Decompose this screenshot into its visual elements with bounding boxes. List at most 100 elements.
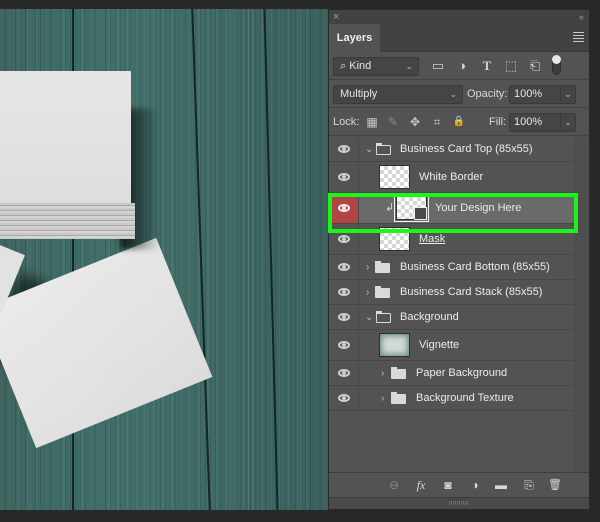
fill-dropdown-button[interactable]: ⌄ — [561, 113, 576, 132]
chevron-down-icon[interactable]: ⌄ — [365, 137, 373, 162]
layer-name: Paper Background — [416, 367, 508, 379]
lock-transparency-icon[interactable]: ▦ — [364, 113, 380, 131]
lock-label: Lock: — [333, 116, 360, 128]
layer-row[interactable]: Vignette — [329, 330, 574, 361]
visibility-toggle[interactable] — [329, 193, 359, 223]
shape-filter-icon[interactable]: ⬚ — [502, 57, 520, 75]
eye-icon — [337, 288, 350, 296]
link-layers-icon[interactable]: ⊖ — [386, 477, 402, 493]
layer-row[interactable]: Mask — [329, 224, 574, 255]
visibility-toggle[interactable] — [329, 162, 359, 192]
layers-bottom-toolbar: ⊖ fx ◙ ◑ ▬ ⎘ 🗑 — [329, 472, 589, 497]
eye-icon — [337, 173, 350, 181]
layers-panel: × ‹‹ Layers ⌕ Kind ⌄ ▭ ◑ T ⬚ ⎗ Multiply … — [328, 9, 590, 510]
layer-row[interactable]: › Business Card Bottom (85x55) — [329, 255, 574, 280]
chevron-right-icon[interactable]: › — [366, 280, 369, 305]
loose-business-card — [0, 237, 213, 449]
collapse-icon[interactable]: ‹‹ — [579, 10, 584, 24]
panel-title-bar: × ‹‹ — [329, 10, 589, 24]
layer-row-selected[interactable]: ↲ Your Design Here — [329, 193, 574, 224]
panel-resize-grip[interactable] — [329, 497, 589, 509]
close-icon[interactable]: × — [333, 10, 339, 24]
eye-icon — [337, 235, 350, 243]
new-group-icon[interactable]: ▬ — [493, 477, 509, 493]
lock-all-icon[interactable]: 🔒 — [451, 113, 467, 131]
clipping-mask-icon: ↲ — [385, 202, 395, 214]
layers-scrollbar[interactable] — [573, 137, 589, 477]
eye-icon — [337, 394, 350, 402]
layer-row[interactable]: ⌄ Background — [329, 305, 574, 330]
fx-icon[interactable]: fx — [413, 477, 429, 493]
adjustment-filter-icon[interactable]: ◑ — [453, 57, 471, 75]
layer-name: Vignette — [419, 339, 460, 351]
visibility-toggle[interactable] — [329, 330, 359, 360]
type-filter-icon[interactable]: T — [478, 57, 496, 75]
tab-layers[interactable]: Layers — [329, 24, 380, 53]
visibility-toggle[interactable] — [329, 224, 359, 254]
wood-plank-gap — [191, 9, 211, 510]
eye-icon — [337, 369, 350, 377]
wood-grain — [300, 9, 301, 510]
panel-menu-icon[interactable] — [573, 32, 584, 44]
fill-label: Fill: — [489, 116, 507, 128]
visibility-toggle[interactable] — [329, 255, 359, 279]
folder-icon — [391, 392, 406, 404]
filter-toggle[interactable] — [552, 55, 561, 75]
folder-icon — [376, 311, 391, 323]
blend-row: Multiply ⌄ Opacity: 100% ⌄ — [329, 80, 589, 108]
layer-name: White Border — [419, 171, 484, 183]
visibility-toggle[interactable] — [329, 386, 359, 410]
layer-row[interactable]: › Business Card Stack (85x55) — [329, 280, 574, 305]
lock-position-icon[interactable]: ✥ — [407, 113, 423, 131]
layer-name: Mask — [419, 233, 446, 245]
visibility-toggle[interactable] — [329, 305, 359, 329]
layer-name: Business Card Top (85x55) — [400, 143, 533, 155]
visibility-toggle[interactable] — [329, 137, 359, 161]
layer-name: Business Card Stack (85x55) — [400, 286, 543, 298]
blend-mode-dropdown[interactable]: Multiply ⌄ — [333, 85, 463, 104]
chevron-right-icon[interactable]: › — [381, 386, 384, 411]
eye-icon — [337, 145, 350, 153]
add-mask-icon[interactable]: ◙ — [440, 477, 456, 493]
trash-icon[interactable]: 🗑 — [547, 477, 563, 493]
layer-thumbnail — [379, 227, 410, 251]
layer-thumbnail — [379, 165, 410, 189]
chevron-down-icon[interactable]: ⌄ — [365, 305, 373, 330]
smart-object-filter-icon[interactable]: ⎗ — [526, 57, 544, 75]
layer-name: Background — [400, 311, 459, 323]
image-filter-icon[interactable]: ▭ — [429, 57, 447, 75]
eye-icon — [337, 263, 350, 271]
lock-row: Lock: ▦ ✎ ✥ ⌗ 🔒 Fill: 100% ⌄ — [329, 108, 589, 136]
layer-row[interactable]: › Background Texture — [329, 386, 574, 411]
visibility-toggle[interactable] — [329, 280, 359, 304]
folder-icon — [375, 261, 390, 273]
smart-object-thumbnail[interactable] — [394, 194, 429, 222]
blend-mode-value: Multiply — [340, 88, 378, 100]
chevron-down-icon: ⌄ — [449, 89, 457, 99]
filter-kind-dropdown[interactable]: ⌕ Kind ⌄ — [333, 57, 419, 76]
opacity-dropdown-button[interactable]: ⌄ — [561, 85, 576, 104]
layers-list: ⌄ Business Card Top (85x55) White Border… — [329, 137, 574, 411]
chevron-right-icon[interactable]: › — [381, 361, 384, 386]
layer-name: Your Design Here — [435, 202, 522, 214]
fill-input[interactable]: 100% — [509, 113, 561, 132]
layer-row[interactable]: White Border — [329, 162, 574, 193]
document-canvas[interactable] — [0, 9, 328, 510]
folder-icon — [376, 143, 391, 155]
chevron-right-icon[interactable]: › — [366, 255, 369, 280]
adjustment-layer-icon[interactable]: ◑ — [467, 477, 483, 493]
lock-pixels-icon[interactable]: ✎ — [385, 113, 401, 131]
card-stack-edge — [0, 203, 135, 239]
new-layer-icon[interactable]: ⎘ — [521, 477, 537, 493]
folder-icon — [375, 286, 390, 298]
opacity-input[interactable]: 100% — [509, 85, 561, 104]
opacity-label: Opacity: — [467, 88, 508, 100]
wood-plank-gap — [263, 9, 279, 510]
visibility-toggle[interactable] — [329, 361, 359, 385]
layer-row[interactable]: ⌄ Business Card Top (85x55) — [329, 137, 574, 162]
layer-row[interactable]: › Paper Background — [329, 361, 574, 386]
filter-row: ⌕ Kind ⌄ ▭ ◑ T ⬚ ⎗ — [329, 52, 589, 80]
layer-thumbnail — [379, 333, 410, 357]
lock-artboard-icon[interactable]: ⌗ — [429, 113, 445, 131]
card-stack-top — [0, 71, 131, 203]
